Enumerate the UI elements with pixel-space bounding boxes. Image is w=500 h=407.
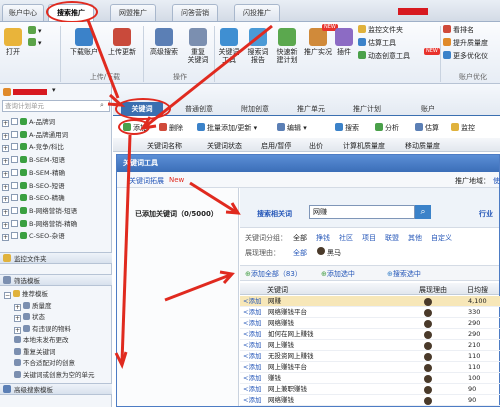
arrowhead: [107, 93, 126, 107]
arrow-tab-to-keywords: [86, 19, 120, 99]
arrow-ribbon-to-add: [145, 24, 273, 128]
arrow-add-to-dialog: [120, 134, 132, 363]
arrow-to-search: [189, 181, 237, 214]
arrow-to-results: [164, 273, 231, 302]
annotation-arrows: [86, 19, 273, 370]
